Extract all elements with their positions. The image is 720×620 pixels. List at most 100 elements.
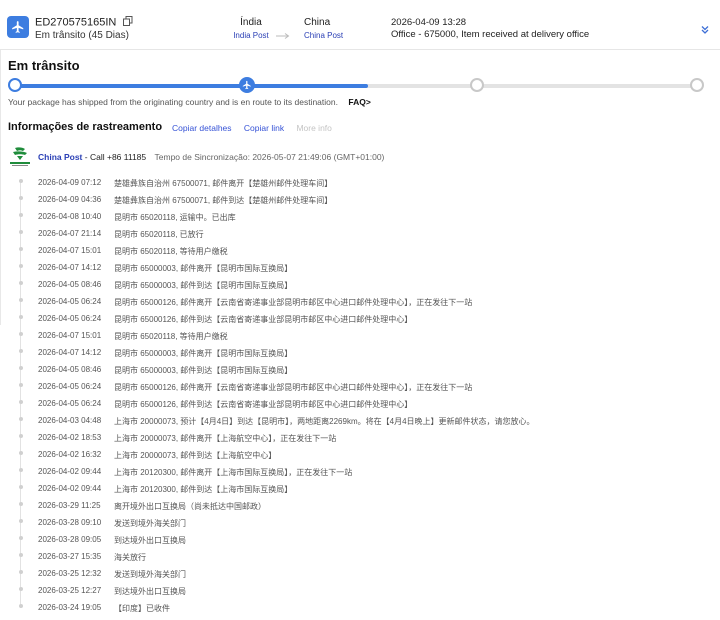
more-info-link: More info [296, 123, 332, 133]
event-time: 2026-03-29 11:25 [38, 501, 101, 510]
event-time: 2026-03-28 09:10 [38, 518, 102, 527]
origin-country: Índia India Post [220, 17, 282, 40]
tracking-event-row: 2026-03-25 12:27 到达境外出口互换局 [0, 582, 720, 599]
faq-link[interactable]: FAQ> [348, 97, 370, 107]
event-time: 2026-04-07 15:01 [38, 246, 102, 255]
event-desc: 上海市 20120300, 邮件到达【上海市国际互换局】 [114, 485, 293, 494]
tracking-event-row: 2026-04-05 06:24 昆明市 65000126, 邮件离开【云南省寄递… [0, 378, 720, 395]
event-time: 2026-04-02 16:32 [38, 450, 102, 459]
carrier-name-link[interactable]: China Post [38, 152, 82, 162]
origin-country-name: Índia [240, 17, 262, 28]
event-time: 2026-03-28 09:05 [38, 535, 102, 544]
event-desc: 到达境外出口互换局 [114, 536, 186, 545]
progress-bar [8, 77, 704, 93]
timeline-dot [19, 196, 23, 200]
timeline-dot [19, 264, 23, 268]
event-time: 2026-03-27 15:35 [38, 552, 102, 561]
transit-status: Em trânsito (45 Dias) [35, 30, 129, 41]
timeline-dot [19, 366, 23, 370]
tracking-event-row: 2026-03-24 19:05 【印度】已收件 [0, 599, 720, 616]
timeline-dot [19, 434, 23, 438]
event-desc: 昆明市 65000126, 邮件到达【云南省寄递事业部昆明市邮区中心进口邮件处理… [114, 400, 413, 409]
event-desc: 昆明市 65000126, 邮件离开【云南省寄递事业部昆明市邮区中心进口邮件处理… [114, 298, 473, 307]
tracking-event-row: 2026-04-02 18:53 上海市 20000073, 邮件离开【上海航空中… [0, 429, 720, 446]
origin-carrier-link[interactable]: India Post [220, 31, 282, 40]
route-arrow-icon [276, 26, 290, 44]
copy-link-link[interactable]: Copiar link [244, 123, 284, 133]
event-desc: 昆明市 65020118, 运输中。已出库 [114, 213, 236, 222]
carrier-row: China Post - Call +86 11185 Tempo de Sin… [38, 152, 384, 162]
dest-carrier-link[interactable]: China Post [304, 31, 343, 40]
timeline-dot [19, 417, 23, 421]
chevron-double-down-icon[interactable] [700, 22, 710, 40]
event-time: 2026-04-05 08:46 [38, 280, 102, 289]
event-time: 2026-04-08 10:40 [38, 212, 102, 221]
tracking-event-row: 2026-04-07 14:12 昆明市 65000003, 邮件离开【昆明市国际… [0, 259, 720, 276]
event-time: 2026-04-07 14:12 [38, 263, 102, 272]
tracking-number: ED270575165IN [35, 16, 133, 29]
tracking-event-row: 2026-04-07 15:01 昆明市 65020118, 等待用户缴税 [0, 242, 720, 259]
dest-country-name: China [304, 17, 331, 28]
shipment-header: ED270575165IN Em trânsito (45 Dias) Índi… [0, 0, 720, 50]
event-time: 2026-04-05 06:24 [38, 399, 102, 408]
copy-details-link[interactable]: Copiar detalhes [172, 123, 232, 133]
event-desc: 上海市 20000073, 预计【4月4日】到达【昆明市】，两地距离2269km… [114, 417, 535, 426]
tracking-number-text: ED270575165IN [35, 16, 117, 29]
status-note-text: Your package has shipped from the origin… [8, 97, 338, 107]
event-time: 2026-04-05 08:46 [38, 365, 102, 374]
timeline-dot [19, 604, 23, 608]
event-desc: 楚雄彝族自治州 67500071, 邮件离开【楚雄州邮件处理车间】 [114, 179, 333, 188]
event-desc: 发送到境外海关部门 [114, 519, 186, 528]
event-time: 2026-04-05 06:24 [38, 297, 102, 306]
tracking-event-row: 2026-04-07 14:12 昆明市 65000003, 邮件离开【昆明市国际… [0, 344, 720, 361]
event-time: 2026-03-25 12:32 [38, 569, 102, 578]
timeline-dot [19, 570, 23, 574]
event-time: 2026-03-25 12:27 [38, 586, 102, 595]
event-desc: 昆明市 65000126, 邮件到达【云南省寄递事业部昆明市邮区中心进口邮件处理… [114, 315, 413, 324]
tracking-events-list: 2026-04-09 07:12 楚雄彝族自治州 67500071, 邮件离开【楚… [0, 174, 720, 616]
event-time: 2026-04-05 06:24 [38, 382, 102, 391]
tracking-event-row: 2026-04-05 06:24 昆明市 65000126, 邮件到达【云南省寄递… [0, 395, 720, 412]
tracking-event-row: 2026-03-28 09:10 发送到境外海关部门 [0, 514, 720, 531]
progress-fill [14, 84, 368, 88]
tracking-event-row: 2026-04-07 15:01 昆明市 65020118, 等待用户缴税 [0, 327, 720, 344]
copy-icon[interactable] [123, 16, 133, 29]
tracking-event-row: 2026-03-28 09:05 到达境外出口互换局 [0, 531, 720, 548]
event-time: 2026-04-05 06:24 [38, 314, 102, 323]
latest-event-desc: Office - 675000, Item received at delive… [391, 29, 590, 40]
timeline-dot [19, 536, 23, 540]
sync-time: Tempo de Sincronização: 2026-05-07 21:49… [154, 152, 385, 162]
tracking-event-row: 2026-04-05 08:46 昆明市 65000003, 邮件到达【昆明市国际… [0, 361, 720, 378]
tracking-event-row: 2026-04-05 06:24 昆明市 65000126, 邮件离开【云南省寄递… [0, 293, 720, 310]
event-desc: 昆明市 65000003, 邮件离开【昆明市国际互换局】 [114, 264, 293, 273]
tracking-event-row: 2026-04-05 08:46 昆明市 65000003, 邮件到达【昆明市国际… [0, 276, 720, 293]
event-desc: 上海市 20000073, 邮件离开【上海航空中心】，正在发往下一站 [114, 434, 337, 443]
tracking-event-row: 2026-04-03 04:48 上海市 20000073, 预计【4月4日】到达… [0, 412, 720, 429]
timeline-dot [19, 349, 23, 353]
airplane-icon [242, 80, 251, 90]
latest-event-time: 2026-04-09 13:28 [391, 17, 467, 28]
event-desc: 昆明市 65000003, 邮件到达【昆明市国际互换局】 [114, 366, 293, 375]
timeline-dot [19, 400, 23, 404]
tracking-event-row: 2026-04-07 21:14 昆明市 65020118, 已放行 [0, 225, 720, 242]
progress-node-current [239, 77, 255, 93]
event-desc: 上海市 20000073, 邮件到达【上海航空中心】 [114, 451, 277, 460]
event-desc: 海关放行 [114, 553, 146, 562]
tracking-event-row: 2026-04-09 04:36 楚雄彝族自治州 67500071, 邮件到达【楚… [0, 191, 720, 208]
timeline-dot [19, 298, 23, 302]
timeline-dot [19, 451, 23, 455]
progress-node-4 [690, 78, 704, 92]
timeline-dot [19, 485, 23, 489]
timeline-dot [19, 213, 23, 217]
event-time: 2026-04-07 15:01 [38, 331, 102, 340]
timeline-dot [19, 468, 23, 472]
tracking-event-row: 2026-04-02 09:44 上海市 20120300, 邮件到达【上海市国际… [0, 480, 720, 497]
tracking-event-row: 2026-04-05 06:24 昆明市 65000126, 邮件到达【云南省寄递… [0, 310, 720, 327]
timeline-dot [19, 519, 23, 523]
status-title: Em trânsito [8, 58, 80, 73]
event-desc: 昆明市 65000126, 邮件离开【云南省寄递事业部昆明市邮区中心进口邮件处理… [114, 383, 473, 392]
event-desc: 离开境外出口互换局（尚未抵达中国邮政） [114, 502, 266, 511]
carrier-phone: - Call +86 11185 [84, 152, 147, 162]
event-time: 2026-04-09 04:36 [38, 195, 102, 204]
event-desc: 昆明市 65000003, 邮件离开【昆明市国际互换局】 [114, 349, 293, 358]
